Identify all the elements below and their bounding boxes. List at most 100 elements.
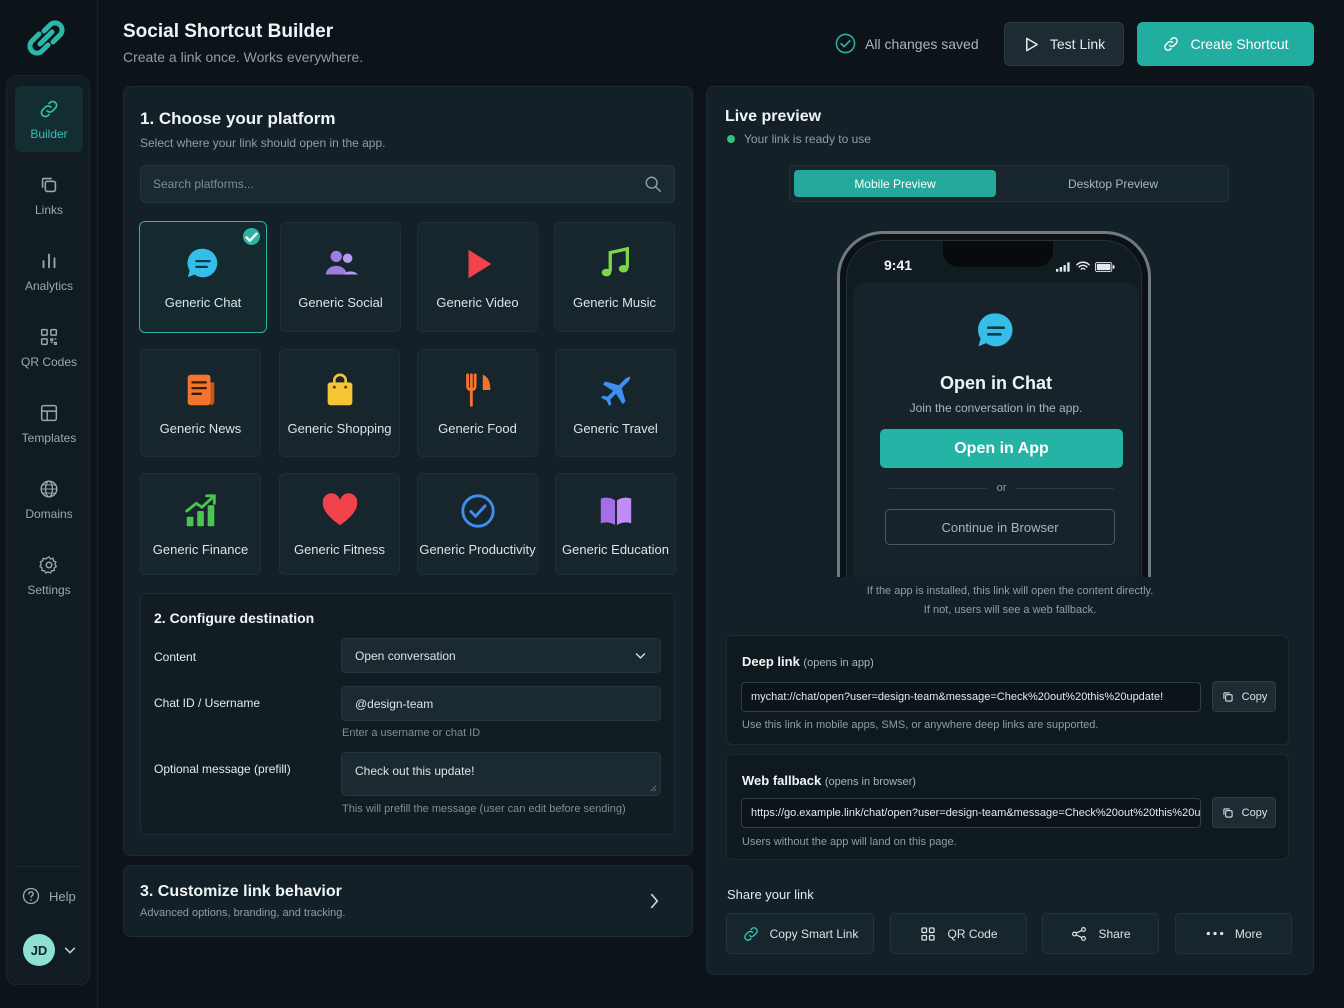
copy-smart-link-button[interactable]: Copy Smart Link — [726, 913, 874, 954]
platform-tile-generic-social[interactable]: Generic Social — [280, 222, 401, 332]
web-fallback-qualifier: (opens in browser) — [824, 776, 916, 788]
sidebar-item-label: Analytics — [24, 278, 74, 293]
qr-code-label: QR Code — [947, 926, 998, 941]
message-help: This will prefill the message (user can … — [342, 803, 626, 815]
sidebar-item-label: Settings — [27, 582, 71, 597]
search-input[interactable]: Search platforms... — [140, 165, 675, 203]
qr-icon — [919, 925, 937, 943]
sidebar-item-templates[interactable]: Templates — [15, 390, 83, 456]
wifi-icon — [1076, 261, 1090, 272]
book-icon — [597, 492, 635, 530]
platform-tile-generic-fitness[interactable]: Generic Fitness — [279, 473, 400, 575]
platform-subtitle: Select where your link should open in th… — [140, 136, 386, 150]
open-app-card: Open in Chat Join the conversation in th… — [853, 283, 1139, 577]
message-textarea[interactable]: Check out this update! — [341, 752, 661, 796]
more-button[interactable]: More — [1175, 913, 1292, 954]
deep-link-title: Deep link (opens in app) — [742, 654, 874, 669]
avatar: JD — [23, 934, 55, 966]
share-title: Share your link — [727, 887, 814, 902]
platform-tile-generic-education[interactable]: Generic Education — [555, 473, 676, 575]
chat-icon — [184, 245, 222, 283]
platform-tile-generic-music[interactable]: Generic Music — [554, 222, 675, 332]
platform-tile-generic-travel[interactable]: Generic Travel — [555, 349, 676, 457]
page-subtitle: Create a link once. Works everywhere. — [123, 49, 364, 65]
sidebar-item-links[interactable]: Links — [15, 162, 83, 228]
chat-id-input[interactable]: @design-team — [341, 686, 661, 721]
chevron-right-icon — [649, 892, 660, 910]
create-shortcut-button[interactable]: Create Shortcut — [1137, 22, 1314, 66]
help-link[interactable]: Help — [21, 886, 76, 906]
test-link-button[interactable]: Test Link — [1004, 22, 1124, 66]
platform-tile-label: Generic Video — [436, 294, 519, 310]
web-fallback-url[interactable]: https://go.example.link/chat/open?user=d… — [741, 798, 1201, 828]
web-fallback-title-text: Web fallback — [742, 773, 822, 788]
phone-notch — [943, 241, 1053, 267]
play-outline-icon — [1023, 36, 1040, 53]
platform-tile-generic-shopping[interactable]: Generic Shopping — [279, 349, 400, 457]
open-in-app-button[interactable]: Open in App — [880, 429, 1123, 468]
behavior-subtitle: Advanced options, branding, and tracking… — [140, 907, 346, 919]
sidebar-item-builder[interactable]: Builder — [15, 86, 83, 152]
share-label: Share — [1098, 926, 1131, 941]
platform-tile-label: Generic Travel — [573, 420, 658, 436]
customize-behavior-row[interactable]: 3. Customize link behavior Advanced opti… — [123, 865, 693, 937]
tab-mobile-preview[interactable]: Mobile Preview — [794, 170, 996, 197]
sidebar-item-label: QR Codes — [20, 354, 78, 369]
platform-tile-label: Generic Productivity — [419, 541, 536, 557]
search-icon — [644, 175, 662, 193]
platform-tile-generic-video[interactable]: Generic Video — [417, 222, 538, 332]
share-button[interactable]: Share — [1042, 913, 1159, 954]
platform-tile-generic-productivity[interactable]: Generic Productivity — [417, 473, 538, 575]
sidebar-item-qr-codes[interactable]: QR Codes — [15, 314, 83, 380]
continue-in-browser-button[interactable]: Continue in Browser — [885, 509, 1115, 545]
platform-tile-generic-food[interactable]: Generic Food — [417, 349, 538, 457]
phone-status-icons — [1056, 261, 1115, 272]
tab-desktop-preview[interactable]: Desktop Preview — [1012, 170, 1214, 197]
copy-web-fallback-button[interactable]: Copy — [1212, 797, 1276, 828]
configure-title: 2. Configure destination — [154, 610, 315, 626]
copy-icon — [1221, 690, 1235, 704]
sidebar-item-label: Domains — [25, 506, 73, 521]
platform-tile-label: Generic Shopping — [287, 420, 392, 436]
battery-icon — [1095, 261, 1115, 272]
deep-link-help: Use this link in mobile apps, SMS, or an… — [742, 719, 1099, 731]
platform-tile-label: Generic Fitness — [293, 541, 386, 557]
news-icon — [182, 371, 220, 409]
web-fallback-help: Users without the app will land on this … — [742, 836, 957, 848]
user-menu[interactable]: JD — [23, 934, 77, 966]
platform-tile-label: Generic Education — [562, 541, 669, 557]
platform-panel: 1. Choose your platform Select where you… — [123, 86, 693, 856]
chevron-down-icon — [634, 649, 647, 662]
resize-handle-icon[interactable] — [649, 784, 657, 792]
sidebar-item-domains[interactable]: Domains — [15, 466, 83, 532]
message-value: Check out this update! — [355, 764, 475, 778]
share-icon — [1070, 925, 1088, 943]
platform-tile-generic-news[interactable]: Generic News — [140, 349, 261, 457]
check-circle-icon — [459, 492, 497, 530]
platform-tile-label: Generic Finance — [152, 541, 249, 557]
app-logo — [26, 18, 66, 58]
deep-link-url[interactable]: mychat://chat/open?user=design-team&mess… — [741, 682, 1201, 712]
platform-tile-label: Generic Chat — [164, 294, 242, 310]
content-select[interactable]: Open conversation — [341, 638, 661, 673]
chat-icon — [974, 309, 1018, 353]
or-text: or — [996, 482, 1007, 494]
qr-icon — [38, 326, 60, 348]
platform-tile-generic-finance[interactable]: Generic Finance — [140, 473, 261, 575]
platform-tile-label: Generic Music — [572, 294, 657, 310]
save-status-text: All changes saved — [865, 35, 979, 52]
fork-knife-icon — [459, 371, 497, 409]
heart-icon — [321, 492, 359, 530]
copy-deep-link-button[interactable]: Copy — [1212, 681, 1276, 712]
qr-code-button[interactable]: QR Code — [890, 913, 1027, 954]
music-icon — [596, 245, 634, 283]
preview-title: Live preview — [725, 108, 822, 125]
platform-tile-label: Generic News — [159, 420, 242, 436]
sidebar-item-analytics[interactable]: Analytics — [15, 238, 83, 304]
play-icon — [459, 245, 497, 283]
platform-tile-generic-chat[interactable]: Generic Chat — [139, 221, 267, 333]
preview-note-1: If the app is installed, this link will … — [866, 585, 1154, 597]
help-label: Help — [49, 888, 76, 904]
finance-chart-icon — [182, 492, 220, 530]
sidebar-item-settings[interactable]: Settings — [15, 542, 83, 608]
